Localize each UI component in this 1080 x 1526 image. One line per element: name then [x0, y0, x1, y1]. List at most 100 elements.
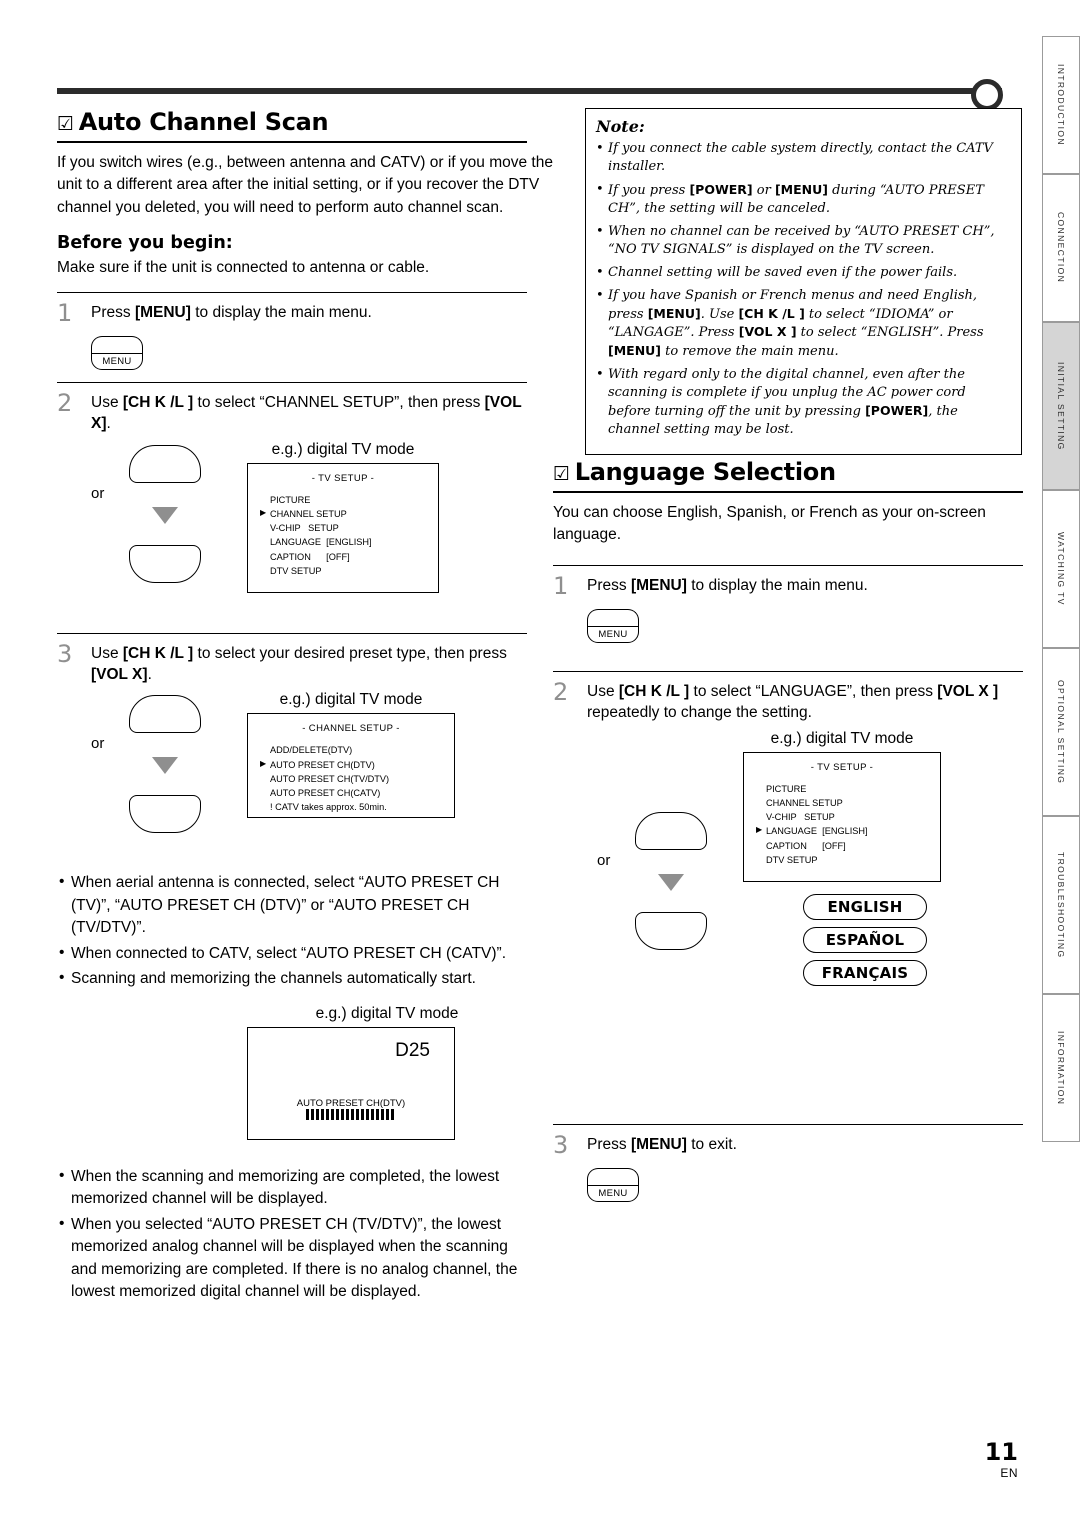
note-item: If you have Spanish or French menus and …: [596, 287, 1011, 362]
step-3: 3 Use [CH Κ /L ] to select your desired …: [57, 640, 527, 686]
side-tab-connection[interactable]: CONNECTION: [1042, 174, 1080, 322]
ch-updown-graphic[interactable]: or: [91, 444, 251, 595]
ch-updown-graphic-2[interactable]: or: [91, 695, 251, 845]
osd-row-text: CAPTION [OFF]: [270, 551, 350, 562]
osd-row-text: DTV SETUP: [766, 854, 818, 865]
side-tab-label: INTRODUCTION: [1056, 64, 1066, 146]
example-caption: e.g.) digital TV mode: [279, 691, 423, 709]
note-item: Channel setting will be saved even if th…: [596, 264, 1011, 282]
list-item: When the scanning and memorizing are com…: [57, 1165, 527, 1211]
osd-row-text: CHANNEL SETUP: [766, 797, 843, 808]
scan-progress-bar: [248, 1107, 454, 1125]
ch-down-button[interactable]: [129, 795, 201, 834]
cursor-arrow-icon: ▶: [260, 758, 267, 768]
checkbox-icon: ☑: [553, 463, 570, 485]
side-tab-label: OPTIONAL SETTING: [1056, 679, 1066, 785]
page-footer: 11 EN: [985, 1438, 1018, 1480]
osd-row-text: CAPTION [OFF]: [766, 840, 846, 851]
osd-title: - TV SETUP -: [810, 761, 874, 773]
button-cap: [91, 335, 143, 353]
heading-text: Auto Channel Scan: [78, 108, 329, 136]
right-column: ☑ Language Selection You can choose Engli…: [553, 458, 1023, 1206]
osd-row-text: LANGUAGE [ENGLISH]: [270, 537, 372, 548]
side-tab-troubleshooting[interactable]: TROUBLESHOOTING: [1042, 816, 1080, 994]
ch-up-button[interactable]: [129, 444, 201, 483]
auto-scan-bullets-mid: When aerial antenna is connected, select…: [57, 871, 527, 990]
menu-button-graphic[interactable]: MENU: [91, 335, 143, 370]
osd-title: - TV SETUP -: [311, 472, 375, 484]
osd-row-text: ! CATV takes approx. 50min.: [270, 802, 387, 813]
step-text: Use [CH Κ /L ] to select “LANGUAGE”, the…: [587, 682, 999, 721]
button-cap: [587, 608, 639, 626]
osd-row: LANGUAGE [ENGLISH]: [270, 535, 438, 549]
side-tab-information[interactable]: INFORMATION: [1042, 994, 1080, 1142]
list-item: When aerial antenna is connected, select…: [57, 871, 527, 939]
osd-row-text: V-CHIP SETUP: [766, 812, 835, 823]
side-tab-strip: INTRODUCTION CONNECTION INITIAL SETTING …: [1042, 36, 1080, 1142]
down-arrow-icon: [152, 506, 178, 524]
side-tab-label: TROUBLESHOOTING: [1056, 851, 1066, 959]
step-text: Use [CH Κ /L ] to select your desired pr…: [91, 644, 507, 683]
osd-row-note: ! CATV takes approx. 50min.: [270, 800, 454, 814]
cursor-arrow-icon: ▶: [260, 507, 267, 517]
side-tab-initial-setting[interactable]: INITIAL SETTING: [1042, 322, 1080, 490]
heading-text: Language Selection: [574, 458, 836, 486]
side-tab-introduction[interactable]: INTRODUCTION: [1042, 36, 1080, 174]
divider: [553, 670, 1023, 672]
note-box: Note: If you connect the cable system di…: [585, 108, 1022, 456]
note-item: If you press [POWER] or [MENU] during “A…: [596, 181, 1011, 218]
menu-button-graphic[interactable]: MENU: [587, 1167, 639, 1202]
note-list: If you connect the cable system directly…: [596, 140, 1011, 439]
ch-updown-graphic-language[interactable]: or: [597, 811, 757, 962]
example-caption: e.g.) digital TV mode: [770, 729, 914, 747]
osd-row-text: AUTO PRESET CH(TV/DTV): [270, 773, 390, 784]
page-number: 11: [984, 1438, 1018, 1466]
pill-label: ENGLISH: [827, 897, 903, 916]
left-column: ☑ Auto Channel Scan If you switch wires (…: [57, 108, 553, 1307]
osd-row-text: LANGUAGE [ENGLISH]: [766, 826, 868, 837]
ch-down-button[interactable]: [635, 911, 707, 950]
lang-step-2: 2 Use [CH Κ /L ] to select “LANGUAGE”, t…: [553, 678, 1023, 724]
side-tab-label: CONNECTION: [1056, 212, 1066, 284]
menu-button-graphic[interactable]: MENU: [587, 608, 639, 643]
step-number: 2: [57, 388, 73, 417]
osd-tv-setup: - TV SETUP - PICTURE ▶ CHANNEL SETUP V-CH…: [247, 462, 439, 593]
ch-down-button[interactable]: [129, 544, 201, 583]
checkbox-icon: ☑: [57, 113, 74, 135]
osd-row-text: PICTURE: [766, 783, 807, 794]
step-text: Press [MENU] to display the main menu.: [91, 303, 372, 321]
example-caption: e.g.) digital TV mode: [271, 440, 415, 458]
osd-tv-setup-language: - TV SETUP - PICTURE CHANNEL SETUP V-CHI…: [743, 751, 941, 882]
language-pill-english: ENGLISH: [803, 893, 927, 920]
osd-row-selected: ▶ LANGUAGE [ENGLISH]: [756, 824, 940, 838]
note-heading: Note:: [596, 117, 645, 136]
side-tab-label: WATCHING TV: [1056, 532, 1066, 606]
header-rule: [57, 79, 1003, 111]
step-number: 1: [553, 571, 569, 600]
side-tab-label: INFORMATION: [1056, 1030, 1066, 1106]
side-tab-label: INITIAL SETTING: [1056, 361, 1066, 451]
osd-scan-progress: D25 AUTO PRESET CH(DTV): [247, 1026, 455, 1140]
osd-row: ADD/DELETE(DTV): [270, 743, 454, 757]
osd-row: PICTURE: [766, 782, 940, 796]
osd-row: AUTO PRESET CH(TV/DTV): [270, 772, 454, 786]
osd-rows: ADD/DELETE(DTV) ▶ AUTO PRESET CH(DTV) AUT…: [260, 743, 454, 814]
list-item: When you selected “AUTO PRESET CH (TV/DT…: [57, 1213, 527, 1304]
osd-channel-setup: - CHANNEL SETUP - ADD/DELETE(DTV) ▶ AUTO …: [247, 713, 455, 819]
osd-row: V-CHIP SETUP: [766, 810, 940, 824]
auto-scan-bullets-end: When the scanning and memorizing are com…: [57, 1165, 527, 1304]
list-item: When connected to CATV, select “AUTO PRE…: [57, 942, 527, 965]
side-tab-optional-setting[interactable]: OPTIONAL SETTING: [1042, 648, 1080, 816]
osd-row: CAPTION [OFF]: [766, 839, 940, 853]
ch-up-button[interactable]: [129, 695, 201, 734]
language-pill-espanol: ESPAÑOL: [803, 926, 927, 953]
osd-row: V-CHIP SETUP: [270, 521, 438, 535]
auto-channel-scan-heading: ☑ Auto Channel Scan: [57, 108, 329, 139]
step-number: 3: [57, 639, 73, 668]
osd-row-text: ADD/DELETE(DTV): [270, 745, 353, 756]
step-number: 1: [57, 298, 73, 327]
ch-up-button[interactable]: [635, 811, 707, 850]
step-number: 3: [553, 1130, 569, 1159]
or-label: or: [91, 735, 105, 753]
step-text: Press [MENU] to exit.: [587, 1135, 737, 1153]
